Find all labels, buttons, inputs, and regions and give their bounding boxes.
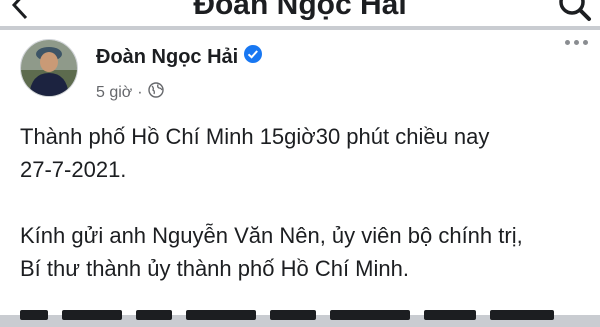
globe-icon: [147, 82, 164, 103]
post-line: Thành phố Hồ Chí Minh 15giờ30 phút chiều…: [20, 124, 490, 149]
search-icon[interactable]: [558, 0, 592, 26]
post-line: Kính gửi anh Nguyễn Văn Nên, ủy viên bộ …: [20, 223, 523, 248]
post-line-blank: [20, 186, 590, 219]
verified-badge-icon: [244, 45, 263, 69]
author-line: Đoàn Ngọc Hải: [96, 45, 263, 69]
truncated-text-line: [20, 307, 580, 327]
post-meta: 5 giờ ·: [96, 82, 164, 103]
page-title: Đoàn Ngọc Hải: [193, 0, 407, 21]
post-text: Thành phố Hồ Chí Minh 15giờ30 phút chiều…: [20, 120, 590, 285]
top-navigation-bar: Đoàn Ngọc Hải: [0, 0, 600, 26]
post-line: 27-7-2021.: [20, 157, 127, 182]
more-options-icon[interactable]: [565, 40, 588, 45]
post-card: Đoàn Ngọc Hải 5 giờ · Thành phố Hồ Chí M…: [0, 30, 600, 320]
avatar[interactable]: [20, 39, 78, 97]
author-name[interactable]: Đoàn Ngọc Hải: [96, 46, 238, 69]
post-line: Bí thư thành ủy thành phố Hồ Chí Minh.: [20, 256, 409, 281]
meta-separator: ·: [137, 83, 143, 101]
post-time[interactable]: 5 giờ: [96, 84, 132, 102]
